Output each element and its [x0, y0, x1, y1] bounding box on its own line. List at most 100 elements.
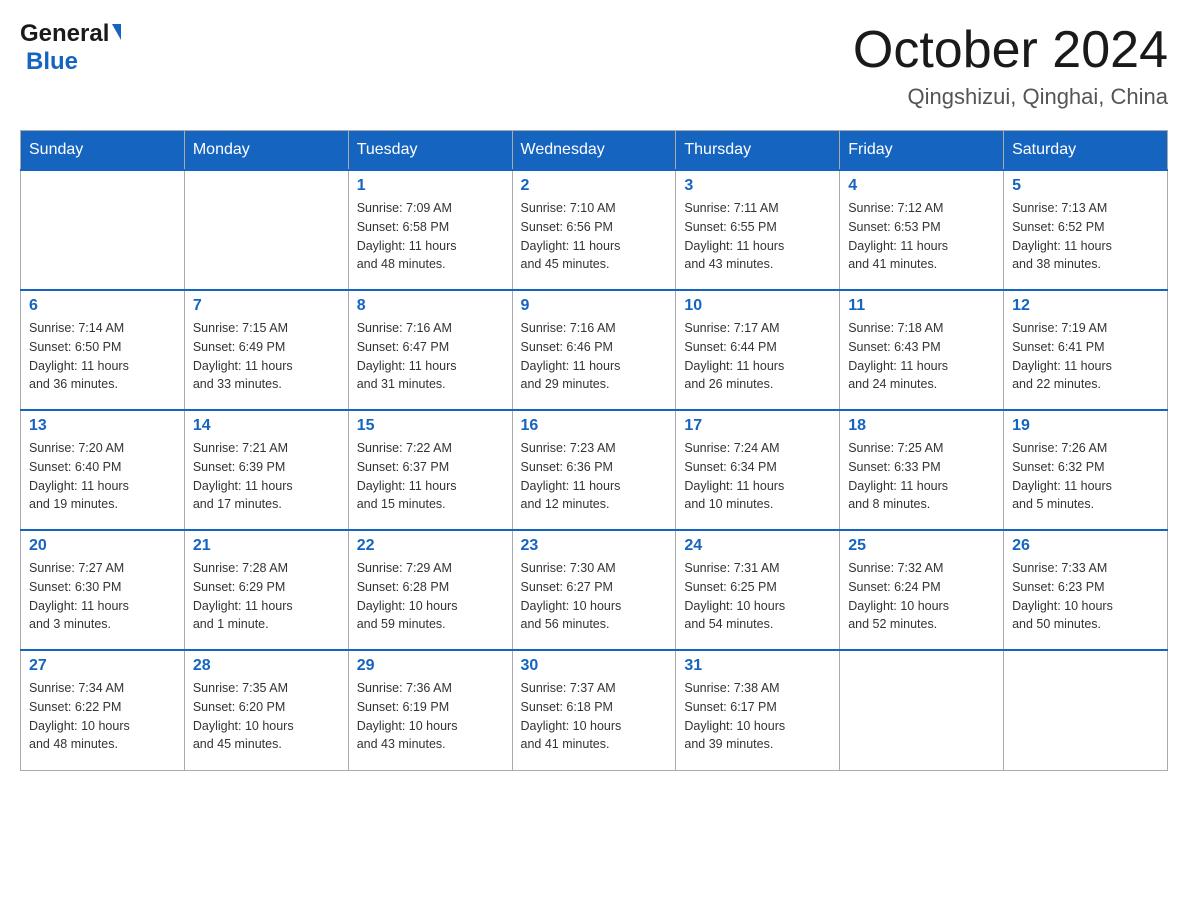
header-cell-monday: Monday [184, 131, 348, 171]
day-number: 2 [521, 177, 668, 195]
calendar-table: SundayMondayTuesdayWednesdayThursdayFrid… [20, 130, 1168, 771]
day-number: 12 [1012, 297, 1159, 315]
day-info: Sunrise: 7:11 AM Sunset: 6:55 PM Dayligh… [684, 199, 831, 274]
day-info: Sunrise: 7:18 AM Sunset: 6:43 PM Dayligh… [848, 319, 995, 394]
day-cell: 30 Sunrise: 7:37 AM Sunset: 6:18 PM Dayli… [512, 650, 676, 770]
day-number: 29 [357, 657, 504, 675]
calendar-subtitle: Qingshizui, Qinghai, China [853, 84, 1168, 110]
day-cell: 19 Sunrise: 7:26 AM Sunset: 6:32 PM Dayli… [1004, 410, 1168, 530]
day-number: 14 [193, 417, 340, 435]
day-number: 11 [848, 297, 995, 315]
day-cell: 11 Sunrise: 7:18 AM Sunset: 6:43 PM Dayli… [840, 290, 1004, 410]
day-number: 31 [684, 657, 831, 675]
day-cell: 3Sunrise: 7:11 AM Sunset: 6:55 PM Daylig… [676, 170, 840, 290]
day-cell: 16 Sunrise: 7:23 AM Sunset: 6:36 PM Dayli… [512, 410, 676, 530]
day-number: 8 [357, 297, 504, 315]
title-block: October 2024 Qingshizui, Qinghai, China [853, 20, 1168, 110]
day-cell: 7Sunrise: 7:15 AM Sunset: 6:49 PM Daylig… [184, 290, 348, 410]
day-info: Sunrise: 7:26 AM Sunset: 6:32 PM Dayligh… [1012, 439, 1159, 514]
day-number: 18 [848, 417, 995, 435]
day-info: Sunrise: 7:21 AM Sunset: 6:39 PM Dayligh… [193, 439, 340, 514]
day-info: Sunrise: 7:13 AM Sunset: 6:52 PM Dayligh… [1012, 199, 1159, 274]
header-cell-saturday: Saturday [1004, 131, 1168, 171]
header-cell-tuesday: Tuesday [348, 131, 512, 171]
day-info: Sunrise: 7:30 AM Sunset: 6:27 PM Dayligh… [521, 559, 668, 634]
day-cell: 25Sunrise: 7:32 AM Sunset: 6:24 PM Dayli… [840, 530, 1004, 650]
header-cell-sunday: Sunday [21, 131, 185, 171]
day-info: Sunrise: 7:27 AM Sunset: 6:30 PM Dayligh… [29, 559, 176, 634]
week-row-1: 1Sunrise: 7:09 AM Sunset: 6:58 PM Daylig… [21, 170, 1168, 290]
day-cell: 2Sunrise: 7:10 AM Sunset: 6:56 PM Daylig… [512, 170, 676, 290]
day-info: Sunrise: 7:35 AM Sunset: 6:20 PM Dayligh… [193, 679, 340, 754]
day-number: 21 [193, 537, 340, 555]
day-number: 19 [1012, 417, 1159, 435]
day-number: 20 [29, 537, 176, 555]
day-cell: 29 Sunrise: 7:36 AM Sunset: 6:19 PM Dayli… [348, 650, 512, 770]
day-info: Sunrise: 7:09 AM Sunset: 6:58 PM Dayligh… [357, 199, 504, 274]
day-cell: 4Sunrise: 7:12 AM Sunset: 6:53 PM Daylig… [840, 170, 1004, 290]
day-cell [184, 170, 348, 290]
day-number: 6 [29, 297, 176, 315]
logo-blue-text: Blue [26, 48, 78, 75]
day-info: Sunrise: 7:14 AM Sunset: 6:50 PM Dayligh… [29, 319, 176, 394]
day-cell: 31 Sunrise: 7:38 AM Sunset: 6:17 PM Dayli… [676, 650, 840, 770]
day-info: Sunrise: 7:34 AM Sunset: 6:22 PM Dayligh… [29, 679, 176, 754]
day-cell: 27 Sunrise: 7:34 AM Sunset: 6:22 PM Dayli… [21, 650, 185, 770]
day-number: 28 [193, 657, 340, 675]
day-cell: 23Sunrise: 7:30 AM Sunset: 6:27 PM Dayli… [512, 530, 676, 650]
day-cell [840, 650, 1004, 770]
day-number: 15 [357, 417, 504, 435]
page-header: General Blue October 2024 Qingshizui, Qi… [20, 20, 1168, 110]
day-cell: 13Sunrise: 7:20 AM Sunset: 6:40 PM Dayli… [21, 410, 185, 530]
day-number: 13 [29, 417, 176, 435]
day-number: 27 [29, 657, 176, 675]
day-number: 9 [521, 297, 668, 315]
day-number: 4 [848, 177, 995, 195]
day-cell: 26 Sunrise: 7:33 AM Sunset: 6:23 PM Dayli… [1004, 530, 1168, 650]
day-info: Sunrise: 7:19 AM Sunset: 6:41 PM Dayligh… [1012, 319, 1159, 394]
logo-arrow-icon [112, 24, 121, 40]
day-cell [1004, 650, 1168, 770]
day-cell: 21Sunrise: 7:28 AM Sunset: 6:29 PM Dayli… [184, 530, 348, 650]
day-info: Sunrise: 7:16 AM Sunset: 6:47 PM Dayligh… [357, 319, 504, 394]
week-row-3: 13Sunrise: 7:20 AM Sunset: 6:40 PM Dayli… [21, 410, 1168, 530]
day-number: 30 [521, 657, 668, 675]
logo-general-text: General [20, 20, 109, 48]
week-row-4: 20 Sunrise: 7:27 AM Sunset: 6:30 PM Dayli… [21, 530, 1168, 650]
day-info: Sunrise: 7:37 AM Sunset: 6:18 PM Dayligh… [521, 679, 668, 754]
day-cell: 18Sunrise: 7:25 AM Sunset: 6:33 PM Dayli… [840, 410, 1004, 530]
day-cell: 24 Sunrise: 7:31 AM Sunset: 6:25 PM Dayli… [676, 530, 840, 650]
day-info: Sunrise: 7:23 AM Sunset: 6:36 PM Dayligh… [521, 439, 668, 514]
header-cell-thursday: Thursday [676, 131, 840, 171]
day-cell: 28 Sunrise: 7:35 AM Sunset: 6:20 PM Dayli… [184, 650, 348, 770]
day-cell: 8 Sunrise: 7:16 AM Sunset: 6:47 PM Daylig… [348, 290, 512, 410]
day-number: 22 [357, 537, 504, 555]
header-cell-wednesday: Wednesday [512, 131, 676, 171]
day-cell: 9 Sunrise: 7:16 AM Sunset: 6:46 PM Daylig… [512, 290, 676, 410]
week-row-5: 27 Sunrise: 7:34 AM Sunset: 6:22 PM Dayli… [21, 650, 1168, 770]
calendar-title: October 2024 [853, 20, 1168, 80]
day-info: Sunrise: 7:31 AM Sunset: 6:25 PM Dayligh… [684, 559, 831, 634]
day-info: Sunrise: 7:33 AM Sunset: 6:23 PM Dayligh… [1012, 559, 1159, 634]
logo: General Blue [20, 20, 121, 76]
day-info: Sunrise: 7:29 AM Sunset: 6:28 PM Dayligh… [357, 559, 504, 634]
day-info: Sunrise: 7:36 AM Sunset: 6:19 PM Dayligh… [357, 679, 504, 754]
day-number: 24 [684, 537, 831, 555]
header-row: SundayMondayTuesdayWednesdayThursdayFrid… [21, 131, 1168, 171]
day-info: Sunrise: 7:24 AM Sunset: 6:34 PM Dayligh… [684, 439, 831, 514]
day-cell: 1Sunrise: 7:09 AM Sunset: 6:58 PM Daylig… [348, 170, 512, 290]
header-cell-friday: Friday [840, 131, 1004, 171]
day-cell: 10Sunrise: 7:17 AM Sunset: 6:44 PM Dayli… [676, 290, 840, 410]
day-info: Sunrise: 7:22 AM Sunset: 6:37 PM Dayligh… [357, 439, 504, 514]
day-number: 17 [684, 417, 831, 435]
day-cell: 5Sunrise: 7:13 AM Sunset: 6:52 PM Daylig… [1004, 170, 1168, 290]
day-cell [21, 170, 185, 290]
day-info: Sunrise: 7:38 AM Sunset: 6:17 PM Dayligh… [684, 679, 831, 754]
day-number: 26 [1012, 537, 1159, 555]
day-info: Sunrise: 7:15 AM Sunset: 6:49 PM Dayligh… [193, 319, 340, 394]
day-info: Sunrise: 7:16 AM Sunset: 6:46 PM Dayligh… [521, 319, 668, 394]
day-number: 16 [521, 417, 668, 435]
day-info: Sunrise: 7:32 AM Sunset: 6:24 PM Dayligh… [848, 559, 995, 634]
day-cell: 22 Sunrise: 7:29 AM Sunset: 6:28 PM Dayli… [348, 530, 512, 650]
day-cell: 6 Sunrise: 7:14 AM Sunset: 6:50 PM Daylig… [21, 290, 185, 410]
